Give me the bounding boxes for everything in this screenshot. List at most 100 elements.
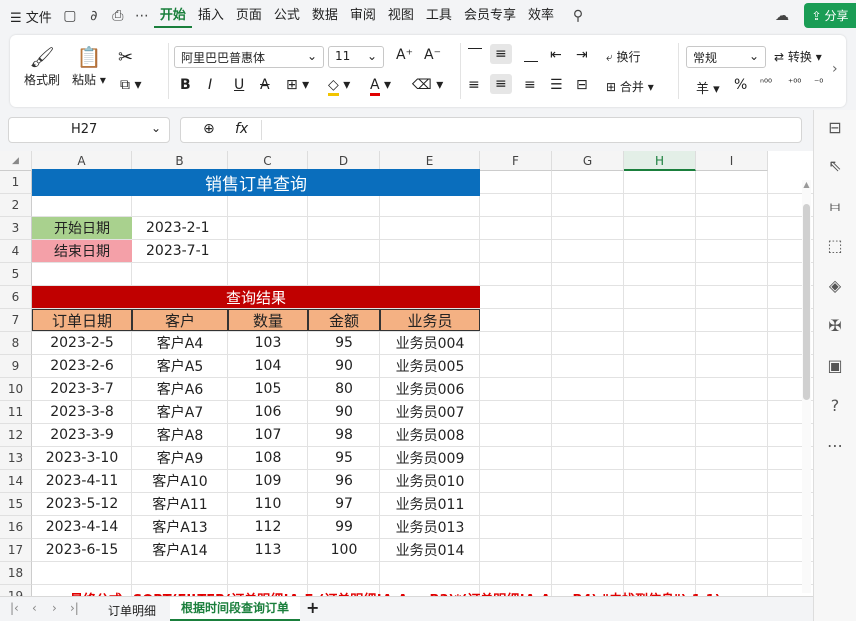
report-title[interactable]: 销售订单查询 [32,169,480,196]
table-cell[interactable]: 103 [228,332,308,354]
wrap-button[interactable]: ⤶ 换行 [606,48,641,65]
menu-tab-0[interactable]: 开始 [153,4,192,28]
row-header-6[interactable]: 6 [0,286,32,309]
table-cell[interactable]: 业务员010 [380,470,480,492]
prev-sheet-icon[interactable]: ‹ [32,601,37,615]
row-header-2[interactable]: 2 [0,194,32,217]
indent-decrease-icon[interactable]: ⇤ [550,47,562,63]
table-cell[interactable]: 业务员005 [380,355,480,377]
row-header-15[interactable]: 15 [0,493,32,516]
result-title[interactable]: 查询结果 [32,286,480,308]
table-cell[interactable]: 2023-6-15 [32,539,132,561]
book-icon[interactable]: ▣ [824,356,846,378]
start-date-value[interactable]: 2023-2-1 [132,217,228,239]
last-sheet-icon[interactable]: ›| [70,601,79,615]
table-cell[interactable]: 2023-3-8 [32,401,132,423]
fx-icon[interactable]: fx [235,121,248,137]
table-cell[interactable]: 业务员004 [380,332,480,354]
table-cell[interactable]: 112 [228,516,308,538]
add-sheet-button[interactable]: + [306,598,319,617]
row-header-10[interactable]: 10 [0,378,32,401]
more-icon[interactable]: ⋯ [824,436,846,458]
table-cell[interactable]: 业务员013 [380,516,480,538]
table-cell[interactable]: 96 [308,470,380,492]
table-cell[interactable]: 109 [228,470,308,492]
next-sheet-icon[interactable]: › [52,601,57,615]
table-cell[interactable]: 客户A5 [132,355,228,377]
table-cell[interactable]: 业务员008 [380,424,480,446]
formula-input[interactable]: ⊕ fx [180,117,802,143]
table-cell[interactable]: 95 [308,447,380,469]
table-cell[interactable]: 2023-3-9 [32,424,132,446]
row-header-13[interactable]: 13 [0,447,32,470]
sidebar-collapse-icon[interactable]: ⊟ [824,118,846,140]
menu-tab-9[interactable]: 效率 [522,4,560,28]
align-left-icon[interactable]: ≡ [468,77,480,93]
end-date-label[interactable]: 结束日期 [32,240,132,262]
table-cell[interactable]: 业务员007 [380,401,480,423]
share-button[interactable]: ⇪ 分享 [804,3,856,28]
decimal-increase-icon[interactable]: ⁺⁰⁰ [788,78,801,89]
sheet-tab-order-detail[interactable]: 订单明细 [108,602,156,619]
table-cell[interactable]: 2023-3-7 [32,378,132,400]
table-cell[interactable]: 113 [228,539,308,561]
justify-icon[interactable]: ☰ [550,77,563,93]
font-name-select[interactable]: 阿里巴巴普惠体 ⌄ [174,46,324,68]
table-cell[interactable]: 100 [308,539,380,561]
menu-tab-1[interactable]: 插入 [192,4,230,28]
cut-icon[interactable]: ✂ [118,47,133,68]
spreadsheet-grid[interactable]: ◢ A B C D E F G H I 1 2 3 4 5 6 7 8 9 10 11 12 13 14 15 16 17 18 19 销… [0,151,813,596]
tools-icon[interactable]: ✠ [824,316,846,338]
row-header-3[interactable]: 3 [0,217,32,240]
row-header-14[interactable]: 14 [0,470,32,493]
table-cell[interactable]: 108 [228,447,308,469]
row-header-19[interactable]: 19 [0,585,32,596]
column-header-A[interactable]: A [32,151,132,171]
column-header-G[interactable]: G [552,151,624,171]
strikethrough-button[interactable]: A [260,77,270,93]
distribute-icon[interactable]: ⊟ [576,77,588,93]
convert-button[interactable]: ⇄ 转换 ▾ [774,48,822,65]
row-header-7[interactable]: 7 [0,309,32,332]
table-cell[interactable]: 客户A8 [132,424,228,446]
menu-tab-5[interactable]: 审阅 [344,4,382,28]
thousands-icon[interactable]: ⁿ⁰⁰ [760,78,772,89]
row-header-9[interactable]: 9 [0,355,32,378]
end-date-value[interactable]: 2023-7-1 [132,240,228,262]
table-cell[interactable]: 90 [308,355,380,377]
table-cell[interactable]: 105 [228,378,308,400]
table-cell[interactable]: 2023-4-14 [32,516,132,538]
align-middle-icon[interactable]: ≡ [490,44,512,64]
table-header-3[interactable]: 金额 [308,309,380,331]
column-header-B[interactable]: B [132,151,228,171]
fill-color-button[interactable]: ◇ ▾ [328,77,350,96]
table-cell[interactable]: 107 [228,424,308,446]
file-menu[interactable]: ☰ 文件 [0,7,58,26]
table-header-2[interactable]: 数量 [228,309,308,331]
table-cell[interactable]: 2023-2-6 [32,355,132,377]
table-cell[interactable]: 2023-2-5 [32,332,132,354]
border-button[interactable]: ⊞ ▾ [286,77,309,93]
underline-button[interactable]: U [234,77,244,93]
zoom-icon[interactable]: ⊕ [203,121,215,137]
column-header-E[interactable]: E [380,151,480,171]
decimal-decrease-icon[interactable]: ⁻⁰ [814,78,823,89]
merge-button[interactable]: ⊞ 合并 ▾ [606,78,654,95]
cloud-icon[interactable]: ☁ [770,8,794,24]
table-cell[interactable]: 104 [228,355,308,377]
search-icon[interactable]: ⚲ [566,8,590,24]
font-size-select[interactable]: 11 ⌄ [328,46,384,68]
table-header-0[interactable]: 订单日期 [32,309,132,331]
menu-tab-2[interactable]: 页面 [230,4,268,28]
bold-button[interactable]: B [180,77,191,93]
menu-tab-4[interactable]: 数据 [306,4,344,28]
vertical-scrollbar[interactable]: ▲ [802,180,811,593]
column-header-H[interactable]: H [624,151,696,171]
link-icon[interactable]: ∂ [82,8,106,24]
row-header-16[interactable]: 16 [0,516,32,539]
table-cell[interactable]: 客户A11 [132,493,228,515]
menu-tab-7[interactable]: 工具 [420,4,458,28]
cursor-select-icon[interactable]: ⇖ [824,156,846,178]
font-shrink-button[interactable]: A⁻ [424,47,441,63]
first-sheet-icon[interactable]: |‹ [10,601,19,615]
